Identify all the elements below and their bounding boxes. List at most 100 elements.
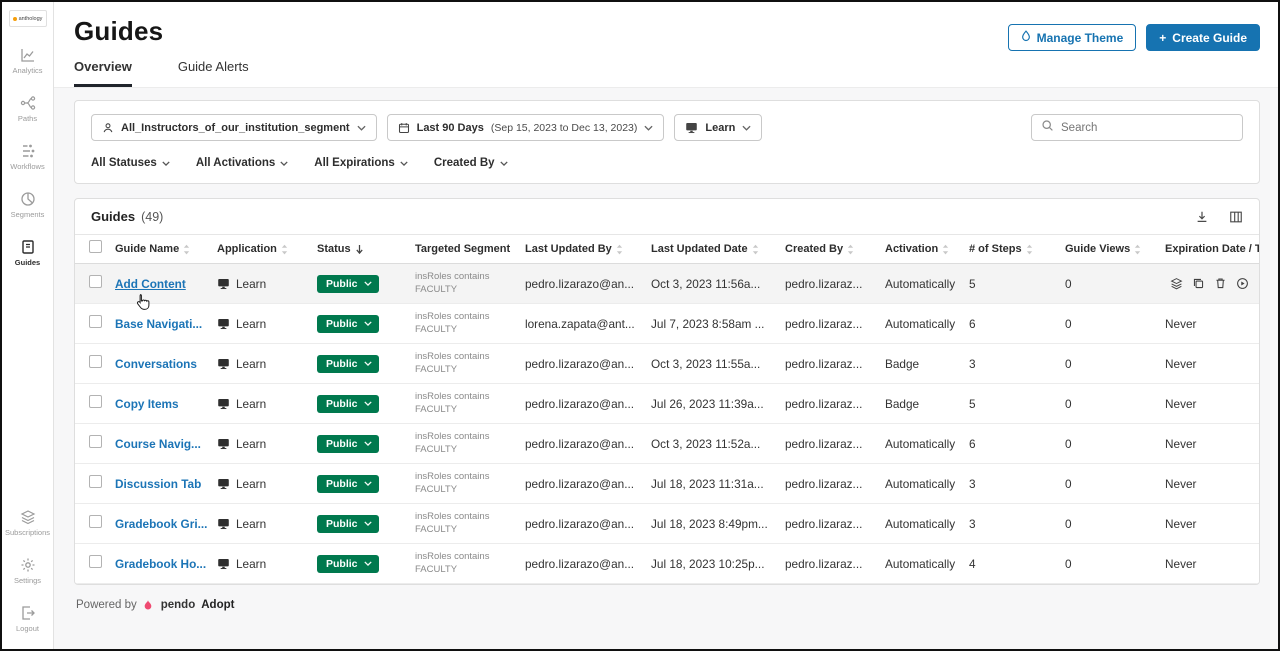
table-count: (49) <box>141 210 163 224</box>
guide-name-link[interactable]: Base Navigati... <box>115 317 202 331</box>
calendar-icon <box>398 122 410 134</box>
sidebar-item-workflows[interactable]: Workflows <box>2 135 53 179</box>
column-header-activation[interactable]: Activation <box>885 243 969 255</box>
guide-name-link[interactable]: Add Content <box>115 277 186 291</box>
row-checkbox[interactable] <box>89 275 102 288</box>
status-label: Public <box>326 358 358 370</box>
segment-filter-dropdown[interactable]: All_Instructors_of_our_institution_segme… <box>91 114 377 141</box>
row-checkbox[interactable] <box>89 315 102 328</box>
play-circle-icon[interactable] <box>1236 277 1249 290</box>
guide-name-link[interactable]: Gradebook Gri... <box>115 517 207 531</box>
status-badge[interactable]: Public <box>317 475 379 493</box>
column-header-last-updated-date[interactable]: Last Updated Date <box>651 243 785 255</box>
guide-name-link[interactable]: Copy Items <box>115 397 179 411</box>
column-header-application[interactable]: Application <box>217 243 317 255</box>
manage-theme-button[interactable]: Manage Theme <box>1008 24 1137 51</box>
column-label: Expiration Date / T <box>1165 243 1259 255</box>
column-header-guide-name[interactable]: Guide Name <box>115 243 217 255</box>
search-input[interactable] <box>1061 122 1233 134</box>
search-icon <box>1041 119 1054 137</box>
select-all-checkbox[interactable] <box>89 240 102 253</box>
row-checkbox-cell <box>89 315 115 333</box>
row-actions-cell <box>1165 277 1259 290</box>
column-header-status[interactable]: Status <box>317 243 415 255</box>
sidebar-item-guides[interactable]: Guides <box>2 231 53 275</box>
sidebar-item-logout[interactable]: Logout <box>2 597 53 641</box>
page-header: Guides Manage Theme + Create Guide Overv… <box>54 2 1278 88</box>
last-updated-date-cell: Oct 3, 2023 11:55a... <box>651 357 785 371</box>
status-badge[interactable]: Public <box>317 355 379 373</box>
guide-name-link[interactable]: Conversations <box>115 357 197 371</box>
column-header-expiration-date-t[interactable]: Expiration Date / T <box>1165 243 1259 255</box>
application-label: Learn <box>236 317 266 331</box>
download-icon[interactable] <box>1195 210 1209 224</box>
column-header--of-steps[interactable]: # of Steps <box>969 243 1065 255</box>
sidebar-item-analytics[interactable]: Analytics <box>2 39 53 83</box>
header-actions: Manage Theme + Create Guide <box>1008 24 1260 51</box>
guides-table-panel: Guides (49) Guide NameApplicationStatusT… <box>74 198 1260 585</box>
filter-dropdown-all-activations[interactable]: All Activations <box>196 157 288 169</box>
guide-name-link[interactable]: Course Navig... <box>115 437 201 451</box>
guide-name-link[interactable]: Discussion Tab <box>115 477 201 491</box>
tab-overview[interactable]: Overview <box>74 59 132 87</box>
activation-cell: Automatically <box>885 477 969 491</box>
sidebar-nav-bottom: SubscriptionsSettingsLogout <box>2 501 53 645</box>
trash-icon[interactable] <box>1214 277 1227 290</box>
status-badge[interactable]: Public <box>317 395 379 413</box>
row-checkbox-cell <box>89 435 115 453</box>
pendo-wordmark: pendo <box>161 599 196 611</box>
sidebar-item-settings[interactable]: Settings <box>2 549 53 593</box>
chevron-down-icon <box>644 125 653 131</box>
create-guide-button[interactable]: + Create Guide <box>1146 24 1260 51</box>
tab-guide-alerts[interactable]: Guide Alerts <box>178 59 249 87</box>
sidebar-item-paths[interactable]: Paths <box>2 87 53 131</box>
columns-icon[interactable] <box>1229 210 1243 224</box>
status-badge[interactable]: Public <box>317 435 379 453</box>
date-range-value: Last 90 Days <box>417 122 484 134</box>
row-checkbox[interactable] <box>89 475 102 488</box>
status-badge[interactable]: Public <box>317 315 379 333</box>
last-updated-by-cell: lorena.zapata@ant... <box>525 317 651 331</box>
sidebar-item-segments[interactable]: Segments <box>2 183 53 227</box>
column-header-guide-views[interactable]: Guide Views <box>1065 243 1165 255</box>
row-checkbox[interactable] <box>89 555 102 568</box>
status-badge[interactable]: Public <box>317 275 379 293</box>
application-filter-dropdown[interactable]: Learn <box>674 114 762 141</box>
column-label: Targeted Segment <box>415 243 510 255</box>
segment-value: FACULTY <box>415 404 517 416</box>
column-header-last-updated-by[interactable]: Last Updated By <box>525 243 651 255</box>
layers-icon[interactable] <box>1170 277 1183 290</box>
created-by-cell: pedro.lizaraz... <box>785 477 885 491</box>
status-label: Public <box>326 558 358 570</box>
column-header-targeted-segment[interactable]: Targeted Segment <box>415 243 525 255</box>
segments-icon <box>20 191 36 207</box>
last-updated-date-cell: Oct 3, 2023 11:52a... <box>651 437 785 451</box>
guide-views-cell: 0 <box>1065 557 1165 571</box>
expiration-cell: Never <box>1165 557 1259 571</box>
application-monitor-icon <box>217 357 230 370</box>
filter-dropdown-all-expirations[interactable]: All Expirations <box>314 157 408 169</box>
column-header-created-by[interactable]: Created By <box>785 243 885 255</box>
anthology-logo[interactable]: anthology <box>9 10 47 27</box>
chevron-down-icon <box>364 281 372 286</box>
sort-descending-icon <box>355 244 364 255</box>
status-badge[interactable]: Public <box>317 515 379 533</box>
row-checkbox[interactable] <box>89 395 102 408</box>
status-badge[interactable]: Public <box>317 555 379 573</box>
row-checkbox[interactable] <box>89 515 102 528</box>
last-updated-date-cell: Jul 18, 2023 8:49pm... <box>651 517 785 531</box>
last-updated-date-cell: Jul 7, 2023 8:58am ... <box>651 317 785 331</box>
created-by-cell: pedro.lizaraz... <box>785 357 885 371</box>
row-checkbox[interactable] <box>89 355 102 368</box>
segment-rule: insRoles contains <box>415 431 517 443</box>
copy-icon[interactable] <box>1192 277 1205 290</box>
filter-dropdown-all-statuses[interactable]: All Statuses <box>91 157 170 169</box>
date-range-dropdown[interactable]: Last 90 Days (Sep 15, 2023 to Dec 13, 20… <box>387 114 665 141</box>
application-cell: Learn <box>217 437 317 451</box>
last-updated-by-cell: pedro.lizarazo@an... <box>525 437 651 451</box>
chevron-down-icon <box>364 401 372 406</box>
guide-name-link[interactable]: Gradebook Ho... <box>115 557 206 571</box>
filter-dropdown-created-by[interactable]: Created By <box>434 157 508 169</box>
row-checkbox[interactable] <box>89 435 102 448</box>
sidebar-item-subscriptions[interactable]: Subscriptions <box>2 501 53 545</box>
